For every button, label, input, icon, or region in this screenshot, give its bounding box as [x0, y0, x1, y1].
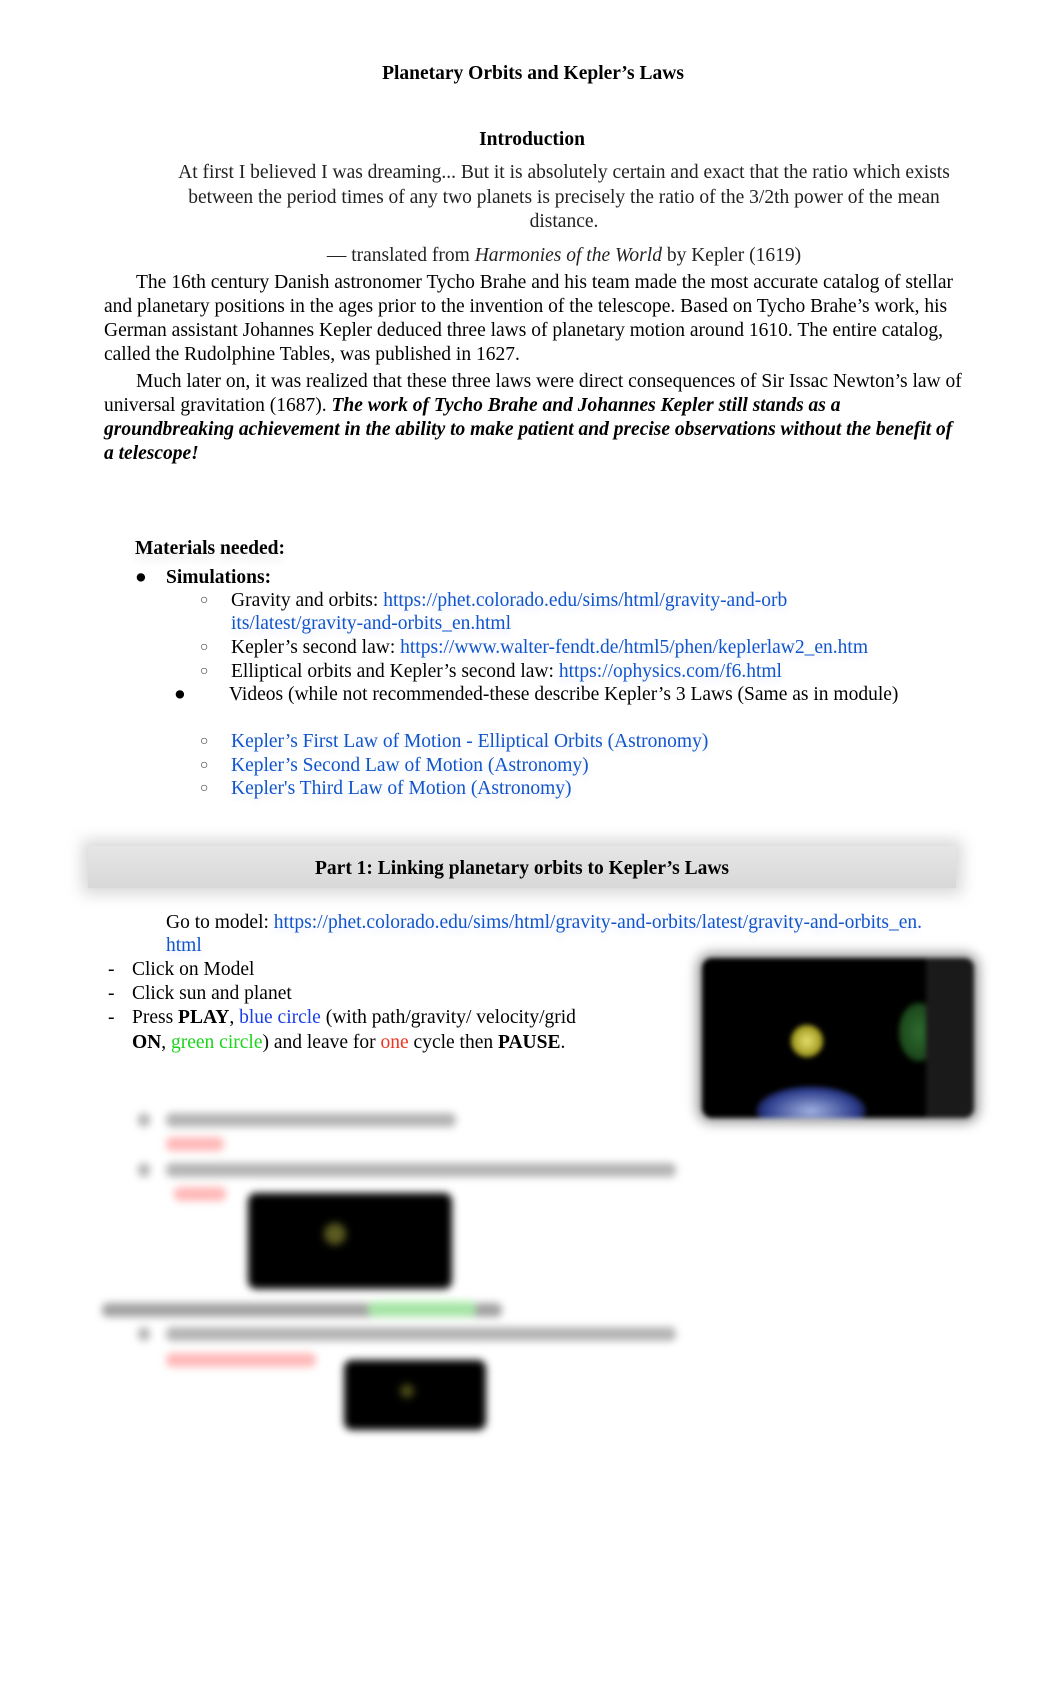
step-text: Click sun and planet	[132, 983, 292, 1004]
text: ,	[161, 1031, 171, 1053]
blue-circle-text: blue circle	[239, 1007, 321, 1028]
circle-bullet-icon: ○	[200, 781, 209, 796]
step-text: Click on Model	[132, 959, 255, 980]
attribution-work: Harmonies of the World	[474, 245, 662, 266]
simulations-label: Simulations:	[166, 567, 272, 588]
step-press: Press	[132, 1007, 179, 1028]
text: (with path/gravity/ velocity/grid	[320, 1007, 576, 1028]
list-item-video: ○ Kepler’s First Law of Motion - Ellipti…	[200, 730, 708, 753]
intro-paragraph-2: Much later on, it was realized that thes…	[104, 370, 966, 466]
circle-bullet-icon: ○	[200, 593, 209, 608]
simulation-label: Gravity and orbits:	[231, 590, 384, 611]
bullet-icon: ●	[135, 684, 186, 705]
pause-keyword: PAUSE	[498, 1031, 561, 1053]
part1-heading: Part 1: Linking planetary orbits to Kepl…	[315, 858, 729, 879]
list-item-simulation: ○ Gravity and orbits: https://phet.color…	[200, 589, 787, 634]
circle-bullet-icon: ○	[200, 640, 209, 655]
paragraph-1-text: The 16th century Danish astronomer Tycho…	[104, 272, 953, 365]
step-item: - Click on Model	[108, 958, 254, 981]
quote-attribution: — translated from Harmonies of the World…	[160, 244, 968, 267]
intro-paragraph-1: The 16th century Danish astronomer Tycho…	[104, 271, 966, 367]
simulation-link[interactable]: https://ophysics.com/f6.html	[559, 661, 782, 682]
list-item-simulation: ○ Kepler’s second law: https://www.walte…	[200, 636, 868, 659]
goto-model-link[interactable]: https://phet.colorado.edu/sims/html/grav…	[166, 912, 922, 956]
list-item-simulation: ○ Elliptical orbits and Kepler’s second …	[200, 660, 782, 683]
circle-bullet-icon: ○	[200, 664, 209, 679]
sun-icon	[790, 1024, 824, 1058]
dash-bullet: -	[108, 983, 115, 1004]
on-keyword: ON	[132, 1031, 162, 1053]
circle-bullet-icon: ○	[200, 758, 209, 773]
bullet-icon: ●	[135, 567, 147, 588]
introduction-heading: Introduction	[479, 129, 585, 150]
dash-bullet: -	[108, 959, 115, 980]
list-item-video: ○ Kepler’s Second Law of Motion (Astrono…	[200, 754, 589, 777]
materials-heading: Materials needed:	[135, 538, 286, 559]
video-link[interactable]: Kepler’s Second Law of Motion (Astronomy…	[231, 755, 589, 776]
goto-model: Go to model: https://phet.colorado.edu/s…	[166, 911, 926, 957]
blurred-questions	[102, 1105, 690, 1435]
control-panel	[926, 958, 974, 1118]
step-item: - Click sun and planet	[108, 982, 292, 1005]
step-text: Press PLAY, blue circle (with path/gravi…	[132, 1006, 602, 1055]
list-item-video: ○ Kepler's Third Law of Motion (Astronom…	[200, 777, 572, 800]
text: cycle then	[408, 1031, 499, 1053]
blue-highlight-circle	[756, 1086, 866, 1118]
attribution-prefix: — translated from	[326, 245, 475, 266]
simulation-screenshot	[702, 958, 974, 1118]
step-item: - Press PLAY, blue circle (with path/gra…	[108, 1006, 576, 1053]
orbit-screenshot-1	[248, 1193, 452, 1289]
kepler-quote: At first I believed I was dreaming... Bu…	[178, 162, 950, 232]
video-link[interactable]: Kepler’s First Law of Motion - Elliptica…	[231, 731, 708, 752]
dash-bullet: -	[108, 1007, 115, 1028]
simulation-link[interactable]: https://www.walter-fendt.de/html5/phen/k…	[400, 637, 868, 658]
text: ,	[229, 1007, 240, 1028]
document-title: Planetary Orbits and Kepler’s Laws	[382, 63, 684, 84]
attribution-suffix: by Kepler (1619)	[661, 245, 802, 266]
one-keyword: one	[380, 1031, 409, 1053]
orbit-screenshot-2	[344, 1360, 486, 1430]
videos-label: Videos (while not recommended-these desc…	[229, 684, 899, 705]
simulation-label: Elliptical orbits and Kepler’s second la…	[231, 661, 559, 682]
text: ) and leave for	[262, 1031, 381, 1053]
green-circle-text: green circle	[171, 1031, 263, 1053]
video-link[interactable]: Kepler's Third Law of Motion (Astronomy)	[231, 778, 572, 799]
text: .	[560, 1031, 566, 1053]
circle-bullet-icon: ○	[200, 734, 209, 749]
simulations-bullet: ● Simulations:	[135, 566, 271, 589]
play-keyword: PLAY	[178, 1007, 230, 1028]
simulation-label: Kepler’s second law:	[231, 637, 401, 658]
goto-label: Go to model:	[166, 912, 274, 933]
